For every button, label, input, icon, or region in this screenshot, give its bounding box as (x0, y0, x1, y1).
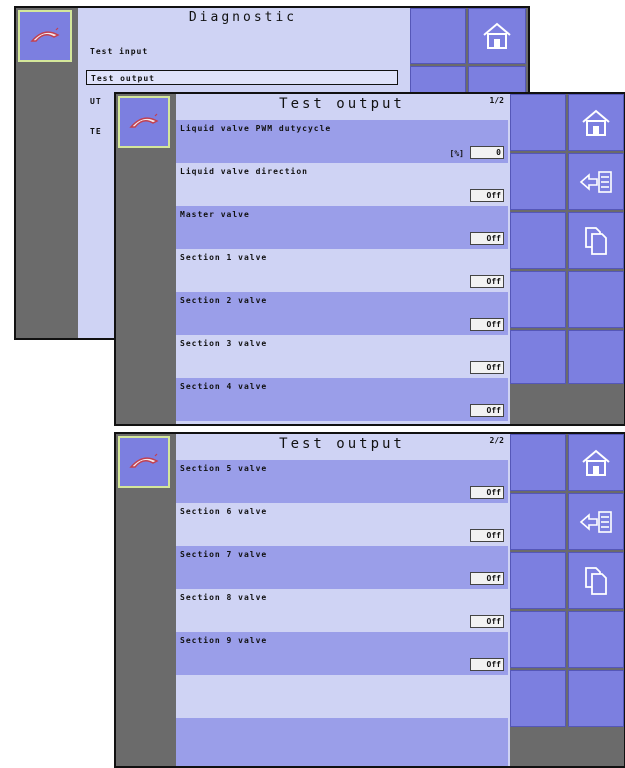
toggle-value-field[interactable]: Off (470, 486, 504, 499)
toggle-value-field[interactable]: Off (470, 361, 504, 374)
back-button[interactable] (568, 153, 624, 210)
output-row-section-3[interactable]: Section 3 valve Off (176, 335, 508, 378)
home-button[interactable] (568, 94, 624, 151)
output-row-section-4[interactable]: Section 4 valve Off (176, 378, 508, 421)
blank-button-5[interactable] (568, 611, 624, 668)
page-number: 1/2 (489, 96, 504, 105)
app-logo[interactable] (118, 96, 170, 148)
row-label: Section 3 valve (180, 339, 268, 348)
diagnostic-blank-button[interactable] (410, 8, 466, 64)
test-output-content: Test output 1/2 Liquid valve PWM dutycyc… (176, 94, 508, 424)
output-row-master-valve[interactable]: Master valve Off (176, 206, 508, 249)
back-list-icon (579, 170, 612, 193)
output-row-section-1[interactable]: Section 1 valve Off (176, 249, 508, 292)
output-row-section-5[interactable]: Section 5 valve Off (176, 460, 508, 503)
blank-button-7[interactable] (568, 330, 624, 384)
output-row-section-7[interactable]: Section 7 valve Off (176, 546, 508, 589)
sprayer-logo-icon (129, 453, 159, 468)
blank-button-1[interactable] (510, 94, 566, 151)
page-title: Test output (279, 436, 405, 452)
blank-button-2[interactable] (510, 153, 566, 210)
home-icon (483, 22, 511, 49)
diagnostic-title: Diagnostic (188, 10, 298, 25)
row-label: Section 6 valve (180, 507, 268, 516)
copy-pages-icon (585, 566, 607, 595)
blank-button-5[interactable] (568, 271, 624, 328)
toggle-value-field[interactable]: Off (470, 572, 504, 585)
blank-button-3[interactable] (510, 212, 566, 269)
copy-button[interactable] (568, 212, 624, 269)
row-unit: [%] (449, 149, 464, 158)
button-column (510, 94, 624, 424)
row-label: Section 7 valve (180, 550, 268, 559)
toggle-value-field[interactable]: Off (470, 275, 504, 288)
left-column (16, 8, 78, 338)
blank-button-6[interactable] (510, 670, 566, 727)
row-label: Liquid valve PWM dutycycle (180, 124, 332, 133)
button-column (510, 434, 624, 766)
row-label: Section 9 valve (180, 636, 268, 645)
sprayer-logo-icon (30, 27, 60, 42)
toggle-value-field[interactable]: Off (470, 658, 504, 671)
output-row-liquid-pwm[interactable]: Liquid valve PWM dutycycle [%] 0 (176, 120, 508, 163)
test-output-content: Test output 2/2 Section 5 valve Off Sect… (176, 434, 508, 766)
blank-button-2[interactable] (510, 493, 566, 550)
row-label: Master valve (180, 210, 250, 219)
output-row-section-2[interactable]: Section 2 valve Off (176, 292, 508, 335)
left-column (116, 94, 176, 424)
home-button[interactable] (568, 434, 624, 491)
blank-button-4[interactable] (510, 611, 566, 668)
toggle-value-field[interactable]: Off (470, 404, 504, 417)
diagnostic-home-button[interactable] (468, 8, 526, 64)
menu-item-test-input[interactable]: Test input (86, 44, 398, 59)
row-label: Section 8 valve (180, 593, 268, 602)
home-icon (582, 449, 610, 476)
copy-pages-icon (585, 226, 607, 255)
blank-button-4[interactable] (510, 271, 566, 328)
pwm-value-field[interactable]: 0 (470, 146, 504, 159)
app-logo[interactable] (18, 10, 72, 62)
app-logo[interactable] (118, 436, 170, 488)
blank-button-1[interactable] (510, 434, 566, 491)
row-label: Liquid valve direction (180, 167, 308, 176)
left-column (116, 434, 176, 766)
blank-button-7[interactable] (568, 670, 624, 727)
blank-button-3[interactable] (510, 552, 566, 609)
toggle-value-field[interactable]: Off (470, 615, 504, 628)
toggle-value-field[interactable]: Off (470, 318, 504, 331)
row-label: Section 4 valve (180, 382, 268, 391)
sprayer-logo-icon (129, 113, 159, 128)
output-row-liquid-direction[interactable]: Liquid valve direction Off (176, 163, 508, 206)
row-label: Section 2 valve (180, 296, 268, 305)
output-row-section-6[interactable]: Section 6 valve Off (176, 503, 508, 546)
page-number: 2/2 (489, 436, 504, 445)
output-row-section-8[interactable]: Section 8 valve Off (176, 589, 508, 632)
page-title: Test output (279, 96, 405, 112)
row-label: Section 5 valve (180, 464, 268, 473)
copy-button[interactable] (568, 552, 624, 609)
row-label: Section 1 valve (180, 253, 268, 262)
test-output-screen-page-2: Test output 2/2 Section 5 valve Off Sect… (114, 432, 625, 768)
toggle-value-field[interactable]: Off (470, 232, 504, 245)
menu-item-test-output[interactable]: Test output (86, 70, 398, 85)
toggle-value-field[interactable]: Off (470, 529, 504, 542)
back-button[interactable] (568, 493, 624, 550)
blank-button-6[interactable] (510, 330, 566, 384)
toggle-value-field[interactable]: Off (470, 189, 504, 202)
back-list-icon (579, 510, 612, 533)
empty-row (176, 675, 508, 718)
empty-row (176, 718, 508, 766)
test-output-screen-page-1: Test output 1/2 Liquid valve PWM dutycyc… (114, 92, 625, 426)
output-row-section-9[interactable]: Section 9 valve Off (176, 632, 508, 675)
home-icon (582, 109, 610, 136)
